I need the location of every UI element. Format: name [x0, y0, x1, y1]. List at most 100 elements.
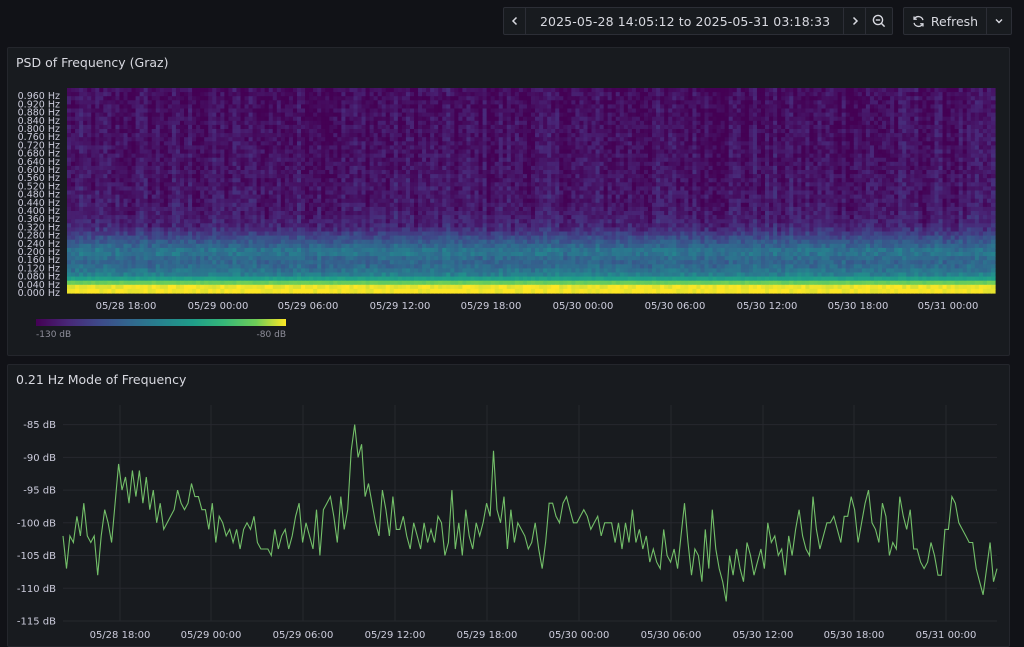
- heatmap-cell: [579, 112, 585, 118]
- heatmap-cell: [833, 141, 839, 146]
- heatmap-cell: [438, 116, 443, 122]
- heatmap-cell: [668, 157, 673, 163]
- heatmap-cell: [498, 133, 504, 138]
- heatmap-cell: [543, 116, 548, 122]
- heatmap-cell: [462, 157, 468, 163]
- heatmap-cell: [167, 149, 173, 155]
- time-shift-back-button[interactable]: [504, 8, 526, 34]
- heatmap-cell: [171, 104, 177, 110]
- heatmap-cell: [434, 174, 439, 179]
- heatmap-cell: [567, 104, 572, 110]
- heatmap-cell: [668, 161, 673, 167]
- heatmap-cell: [446, 170, 451, 175]
- heatmap-cell: [531, 137, 536, 142]
- heatmap-cell: [401, 88, 407, 93]
- heatmap-cell: [845, 165, 851, 171]
- heatmap-cell: [595, 141, 601, 146]
- heatmap-cell: [458, 124, 463, 130]
- heatmap-cell: [656, 174, 661, 179]
- heatmap-cell: [611, 145, 617, 151]
- heatmap-cell: [906, 141, 911, 146]
- heatmap-cell: [200, 116, 205, 122]
- heatmap-cell: [349, 141, 355, 146]
- heatmap-cell: [454, 153, 459, 159]
- heatmap-cell: [147, 124, 153, 130]
- heatmap-cell: [978, 104, 984, 110]
- heatmap-cell: [728, 92, 734, 97]
- heatmap-cell: [886, 129, 891, 134]
- heatmap-cell: [115, 165, 121, 171]
- heatmap-cell: [748, 129, 754, 134]
- heatmap-cell: [228, 137, 234, 142]
- heatmap-cell: [660, 133, 665, 138]
- heatmap-cell: [950, 108, 956, 114]
- heatmap-cell: [369, 88, 375, 93]
- heatmap-cell: [115, 129, 121, 134]
- heatmap-cell: [700, 129, 706, 134]
- heatmap-cell: [373, 149, 379, 155]
- heatmap-cell: [179, 96, 185, 101]
- heatmap-cell: [498, 116, 504, 122]
- heatmap-cell: [668, 153, 673, 159]
- heatmap-cell: [454, 133, 459, 138]
- heatmap-cell: [869, 141, 875, 146]
- heatmap-cell: [712, 149, 718, 155]
- heatmap-cell: [373, 133, 379, 138]
- heatmap-cell: [712, 145, 718, 151]
- heatmap-cell: [555, 145, 560, 151]
- heatmap-cell: [127, 153, 133, 159]
- time-range-button[interactable]: 2025-05-28 14:05:12 to 2025-05-31 03:18:…: [526, 8, 844, 34]
- heatmap-cell: [845, 157, 851, 163]
- heatmap-cell: [454, 112, 459, 118]
- heatmap-cell: [510, 120, 516, 126]
- heatmap-cell: [430, 137, 435, 142]
- heatmap-cell: [498, 100, 504, 105]
- heatmap-cell: [958, 145, 964, 151]
- heatmap-cell: [244, 100, 250, 105]
- heatmap-cell: [369, 108, 375, 114]
- refresh-button[interactable]: Refresh: [904, 8, 987, 34]
- heatmap-cell: [305, 174, 310, 179]
- heatmap-cell: [865, 104, 871, 110]
- heatmap-cell: [337, 149, 342, 155]
- heatmap-cell: [567, 145, 572, 151]
- heatmap-cell: [430, 120, 435, 126]
- heatmap-cell: [599, 161, 605, 167]
- heatmap-cell: [668, 165, 673, 171]
- heatmap-cell: [357, 170, 363, 175]
- heatmap-cell: [861, 153, 867, 159]
- time-shift-forward-button[interactable]: [844, 8, 866, 34]
- heatmap-cell: [325, 161, 330, 167]
- heatmap-cell: [700, 100, 706, 105]
- heatmap-cell: [139, 170, 145, 175]
- heatmap-cell: [236, 92, 242, 97]
- heatmap-cell: [486, 165, 492, 171]
- heatmap-cell: [296, 100, 302, 105]
- heatmap-cell: [405, 100, 411, 105]
- heatmap-cell: [272, 124, 278, 130]
- heatmap-cell: [676, 116, 681, 122]
- heatmap-cell: [882, 157, 887, 163]
- heatmap-cell: [284, 88, 290, 93]
- heatmap-cell: [127, 141, 133, 146]
- heatmap-cell: [474, 108, 480, 114]
- heatmap-cell: [192, 124, 197, 130]
- zoom-out-button[interactable]: [866, 8, 892, 34]
- heatmap-cell: [345, 141, 351, 146]
- heatmap-cell: [656, 104, 661, 110]
- heatmap-cell: [789, 129, 794, 134]
- heatmap-cell: [611, 120, 617, 126]
- heatmap-cell: [664, 174, 669, 179]
- heatmap-cell: [175, 133, 181, 138]
- heatmap-cell: [228, 170, 234, 175]
- heatmap-cell: [627, 108, 633, 114]
- heatmap-cell: [817, 104, 823, 110]
- heatmap-cell: [708, 149, 714, 155]
- heatmap-cell: [115, 92, 121, 97]
- heatmap-cell: [559, 161, 564, 167]
- heatmap-cell: [490, 137, 496, 142]
- heatmap-cell: [627, 88, 633, 93]
- refresh-interval-dropdown[interactable]: [987, 8, 1011, 34]
- psd-heatmap-chart[interactable]: 0.000 Hz0.040 Hz0.080 Hz0.120 Hz0.160 Hz…: [8, 48, 1009, 355]
- heatmap-cell: [950, 137, 956, 142]
